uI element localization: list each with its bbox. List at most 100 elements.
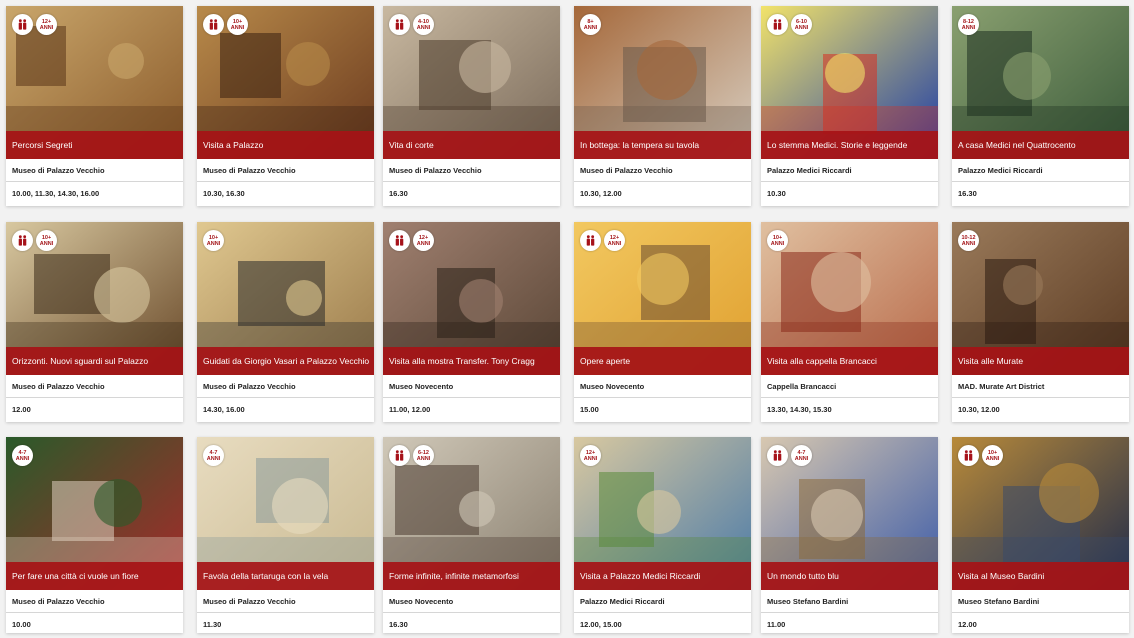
activity-image[interactable]: 12+ ANNI Opere aperte (574, 222, 751, 375)
age-badge: 4-10 ANNI (413, 14, 434, 35)
badges: 10+ ANNI (767, 230, 788, 251)
family-icon (12, 230, 33, 251)
family-icon (389, 445, 410, 466)
activity-card[interactable]: 12+ ANNI Visita a Palazzo Medici Riccard… (574, 437, 751, 633)
activity-image[interactable]: 10+ ANNI Visita a Palazzo (197, 6, 374, 159)
activity-times: 11.30 (203, 620, 222, 629)
activity-title[interactable]: Visita alla mostra Transfer. Tony Cragg (383, 347, 560, 375)
age-badge: 10+ ANNI (36, 230, 57, 251)
age-unit: ANNI (230, 24, 245, 31)
age-unit: ANNI (206, 240, 221, 247)
activity-title[interactable]: Forme infinite, infinite metamorfosi (383, 562, 560, 590)
activity-image[interactable]: 12+ ANNI Visita alla mostra Transfer. To… (383, 222, 560, 375)
family-icon (767, 445, 788, 466)
activity-image[interactable]: 12+ ANNI Percorsi Segreti (6, 6, 183, 159)
activity-image[interactable]: 8-12 ANNI A casa Medici nel Quattrocento (952, 6, 1129, 159)
badges: 10-12 ANNI (958, 230, 979, 251)
badges: 4-10 ANNI (389, 14, 434, 35)
activity-card[interactable]: 10+ ANNI Visita alla cappella Brancacci … (761, 222, 938, 422)
activity-card[interactable]: 8+ ANNI In bottega: la tempera su tavola… (574, 6, 751, 206)
activity-image[interactable]: 10+ ANNI Orizzonti. Nuovi sguardi sul Pa… (6, 222, 183, 375)
activity-image[interactable]: 4-7 ANNI Un mondo tutto blu (761, 437, 938, 590)
activity-card[interactable]: 4-7 ANNI Un mondo tutto blu Museo Stefan… (761, 437, 938, 633)
age-unit: ANNI (607, 240, 622, 247)
age-badge: 12+ ANNI (604, 230, 625, 251)
age-unit: ANNI (206, 455, 221, 462)
activity-title[interactable]: Visita a Palazzo Medici Riccardi (574, 562, 751, 590)
age-unit: ANNI (416, 24, 431, 31)
activity-title[interactable]: Lo stemma Medici. Storie e leggende (761, 131, 938, 159)
activity-card[interactable]: 12+ ANNI Visita alla mostra Transfer. To… (383, 222, 560, 422)
age-badge: 10+ ANNI (203, 230, 224, 251)
badges: 10+ ANNI (203, 230, 224, 251)
activity-card[interactable]: 4-10 ANNI Vita di corte Museo di Palazzo… (383, 6, 560, 206)
badges: 12+ ANNI (389, 230, 434, 251)
activity-times: 12.00 (12, 405, 31, 414)
age-unit: ANNI (770, 240, 785, 247)
family-icon (12, 14, 33, 35)
activity-venue: Museo di Palazzo Vecchio (6, 159, 183, 182)
activity-card[interactable]: 4-7 ANNI Per fare una città ci vuole un … (6, 437, 183, 633)
activity-card[interactable]: 10+ ANNI Guidati da Giorgio Vasari a Pal… (197, 222, 374, 422)
activity-card[interactable]: 10+ ANNI Visita a Palazzo Museo di Palaz… (197, 6, 374, 206)
activity-title[interactable]: Un mondo tutto blu (761, 562, 938, 590)
activity-venue: Museo di Palazzo Vecchio (197, 590, 374, 613)
activity-card[interactable]: 6-12 ANNI Forme infinite, infinite metam… (383, 437, 560, 633)
activity-venue: Museo di Palazzo Vecchio (6, 590, 183, 613)
age-unit: ANNI (583, 24, 598, 31)
activity-times: 11.00 (767, 620, 786, 629)
badges: 4-7 ANNI (767, 445, 812, 466)
age-unit: ANNI (416, 455, 431, 462)
activity-image[interactable]: 6-12 ANNI Forme infinite, infinite metam… (383, 437, 560, 590)
activity-title[interactable]: Orizzonti. Nuovi sguardi sul Palazzo (6, 347, 183, 375)
activity-title[interactable]: A casa Medici nel Quattrocento (952, 131, 1129, 159)
age-unit: ANNI (416, 240, 431, 247)
age-unit: ANNI (794, 455, 809, 462)
activity-title[interactable]: Per fare una città ci vuole un fiore (6, 562, 183, 590)
activity-image[interactable]: 10-12 ANNI Visita alle Murate (952, 222, 1129, 375)
activity-venue: Palazzo Medici Riccardi (952, 159, 1129, 182)
activity-title[interactable]: Percorsi Segreti (6, 131, 183, 159)
activity-image[interactable]: 4-7 ANNI Per fare una città ci vuole un … (6, 437, 183, 590)
activity-times: 10.30 (767, 189, 786, 198)
activity-title[interactable]: Visita alle Murate (952, 347, 1129, 375)
family-icon (389, 230, 410, 251)
activity-title[interactable]: Visita al Museo Bardini (952, 562, 1129, 590)
activity-image[interactable]: 4-10 ANNI Vita di corte (383, 6, 560, 159)
activity-image[interactable]: 6-10 ANNI Lo stemma Medici. Storie e leg… (761, 6, 938, 159)
activity-title[interactable]: Guidati da Giorgio Vasari a Palazzo Vecc… (197, 347, 374, 375)
age-badge: 10+ ANNI (767, 230, 788, 251)
activity-venue: Museo di Palazzo Vecchio (574, 159, 751, 182)
activity-card[interactable]: 8-12 ANNI A casa Medici nel Quattrocento… (952, 6, 1129, 206)
activity-card[interactable]: 12+ ANNI Percorsi Segreti Museo di Palaz… (6, 6, 183, 206)
age-unit: ANNI (39, 24, 54, 31)
activity-card[interactable]: 6-10 ANNI Lo stemma Medici. Storie e leg… (761, 6, 938, 206)
activity-card[interactable]: 4-7 ANNI Favola della tartaruga con la v… (197, 437, 374, 633)
age-badge: 10-12 ANNI (958, 230, 979, 251)
activity-card[interactable]: 10+ ANNI Orizzonti. Nuovi sguardi sul Pa… (6, 222, 183, 422)
activity-title[interactable]: Visita alla cappella Brancacci (761, 347, 938, 375)
activity-title[interactable]: Vita di corte (383, 131, 560, 159)
age-badge: 8+ ANNI (580, 14, 601, 35)
age-unit: ANNI (961, 24, 976, 31)
age-badge: 10+ ANNI (227, 14, 248, 35)
activity-title[interactable]: In bottega: la tempera su tavola (574, 131, 751, 159)
activity-image[interactable]: 8+ ANNI In bottega: la tempera su tavola (574, 6, 751, 159)
activity-title[interactable]: Favola della tartaruga con la vela (197, 562, 374, 590)
activity-card[interactable]: 12+ ANNI Opere aperte Museo Novecento 15… (574, 222, 751, 422)
family-icon (958, 445, 979, 466)
activity-image[interactable]: 10+ ANNI Visita al Museo Bardini (952, 437, 1129, 590)
activity-image[interactable]: 10+ ANNI Visita alla cappella Brancacci (761, 222, 938, 375)
activity-card[interactable]: 10-12 ANNI Visita alle Murate MAD. Murat… (952, 222, 1129, 422)
badges: 10+ ANNI (958, 445, 1003, 466)
activity-venue: Museo Novecento (574, 375, 751, 398)
activity-title[interactable]: Visita a Palazzo (197, 131, 374, 159)
activity-card[interactable]: 10+ ANNI Visita al Museo Bardini Museo S… (952, 437, 1129, 633)
activity-image[interactable]: 10+ ANNI Guidati da Giorgio Vasari a Pal… (197, 222, 374, 375)
family-icon (203, 14, 224, 35)
activity-venue: Museo Stefano Bardini (952, 590, 1129, 613)
activity-image[interactable]: 12+ ANNI Visita a Palazzo Medici Riccard… (574, 437, 751, 590)
activity-title[interactable]: Opere aperte (574, 347, 751, 375)
activity-image[interactable]: 4-7 ANNI Favola della tartaruga con la v… (197, 437, 374, 590)
age-unit: ANNI (39, 240, 54, 247)
